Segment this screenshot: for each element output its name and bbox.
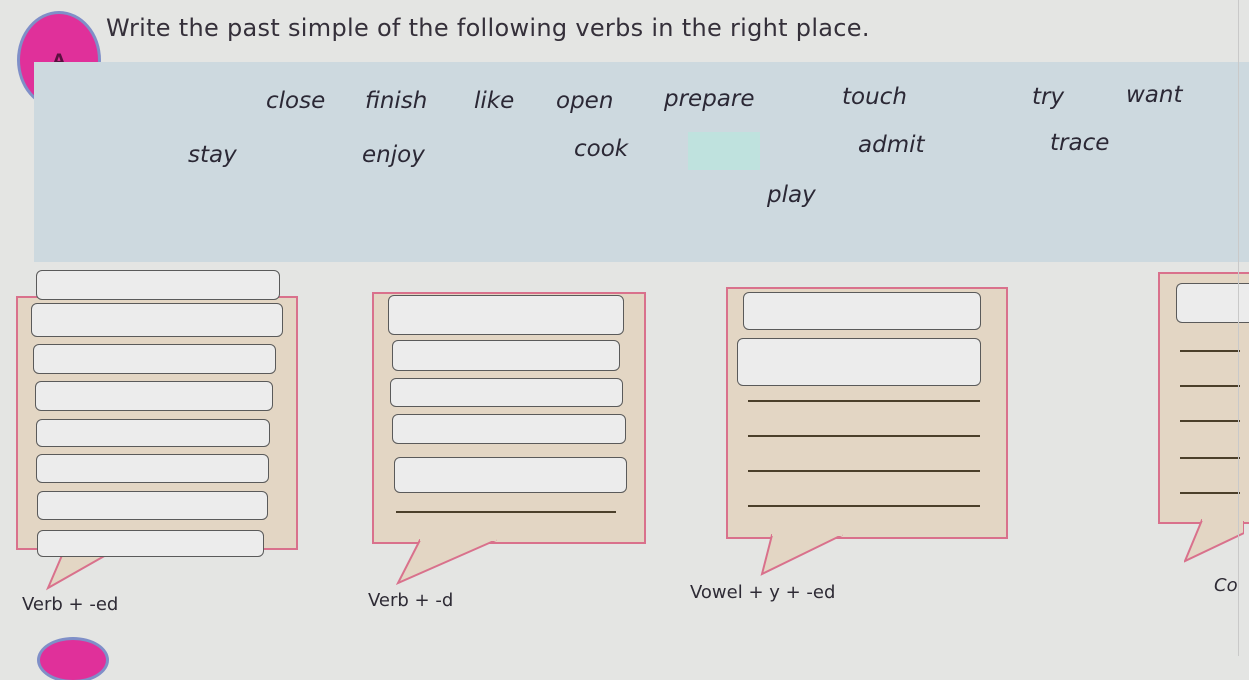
exercise-instruction: Write the past simple of the following v… (106, 14, 870, 42)
answer-box[interactable] (388, 295, 624, 335)
answer-box[interactable] (36, 270, 280, 300)
category-label: Vowel + y + -ed (690, 582, 836, 603)
answer-line[interactable] (1180, 350, 1240, 352)
answer-line[interactable] (748, 505, 980, 507)
answer-box[interactable] (737, 338, 981, 386)
answer-box[interactable] (37, 491, 268, 520)
next-exercise-badge (40, 640, 106, 680)
answer-line[interactable] (748, 400, 980, 402)
answer-line[interactable] (1180, 420, 1240, 422)
answer-line[interactable] (396, 511, 616, 513)
answer-box[interactable] (392, 340, 620, 371)
answer-box[interactable] (35, 381, 273, 411)
answer-box[interactable] (390, 378, 623, 407)
answer-line[interactable] (1180, 457, 1240, 459)
category-label: Verb + -ed (22, 594, 119, 615)
word-close[interactable]: close (266, 88, 325, 114)
answer-box[interactable] (392, 414, 626, 444)
word-finish[interactable]: finish (365, 88, 427, 114)
category-label: Verb + -d (368, 590, 454, 611)
answer-box[interactable] (36, 419, 270, 447)
word-want[interactable]: want (1126, 82, 1183, 108)
word-touch[interactable]: touch (842, 84, 907, 110)
word-prepare[interactable]: prepare (664, 86, 755, 112)
word-trace[interactable]: trace (1050, 130, 1109, 156)
speech-bubble-tail (760, 534, 843, 576)
answer-box[interactable] (36, 454, 269, 483)
answer-box[interactable] (37, 530, 264, 557)
answer-line[interactable] (748, 470, 980, 472)
word-enjoy[interactable]: enjoy (362, 142, 425, 168)
answer-line[interactable] (1180, 385, 1240, 387)
word-stay[interactable]: stay (188, 142, 237, 168)
category-label: Co (1214, 575, 1238, 596)
answer-box[interactable] (33, 344, 276, 374)
word-cook[interactable]: cook (574, 136, 628, 162)
answer-box[interactable] (394, 457, 627, 493)
answer-line[interactable] (748, 435, 980, 437)
blank-word-slot (688, 132, 760, 170)
word-open[interactable]: open (556, 88, 613, 114)
speech-bubble-tail (396, 539, 497, 585)
answer-box[interactable] (31, 303, 283, 337)
page-edge (1238, 0, 1239, 656)
word-play[interactable]: play (767, 182, 816, 208)
word-like[interactable]: like (474, 88, 514, 114)
speech-bubble-tail (1184, 519, 1244, 563)
answer-box[interactable] (743, 292, 981, 330)
answer-line[interactable] (1180, 492, 1240, 494)
word-try[interactable]: try (1032, 84, 1064, 110)
word-admit[interactable]: admit (858, 132, 925, 158)
